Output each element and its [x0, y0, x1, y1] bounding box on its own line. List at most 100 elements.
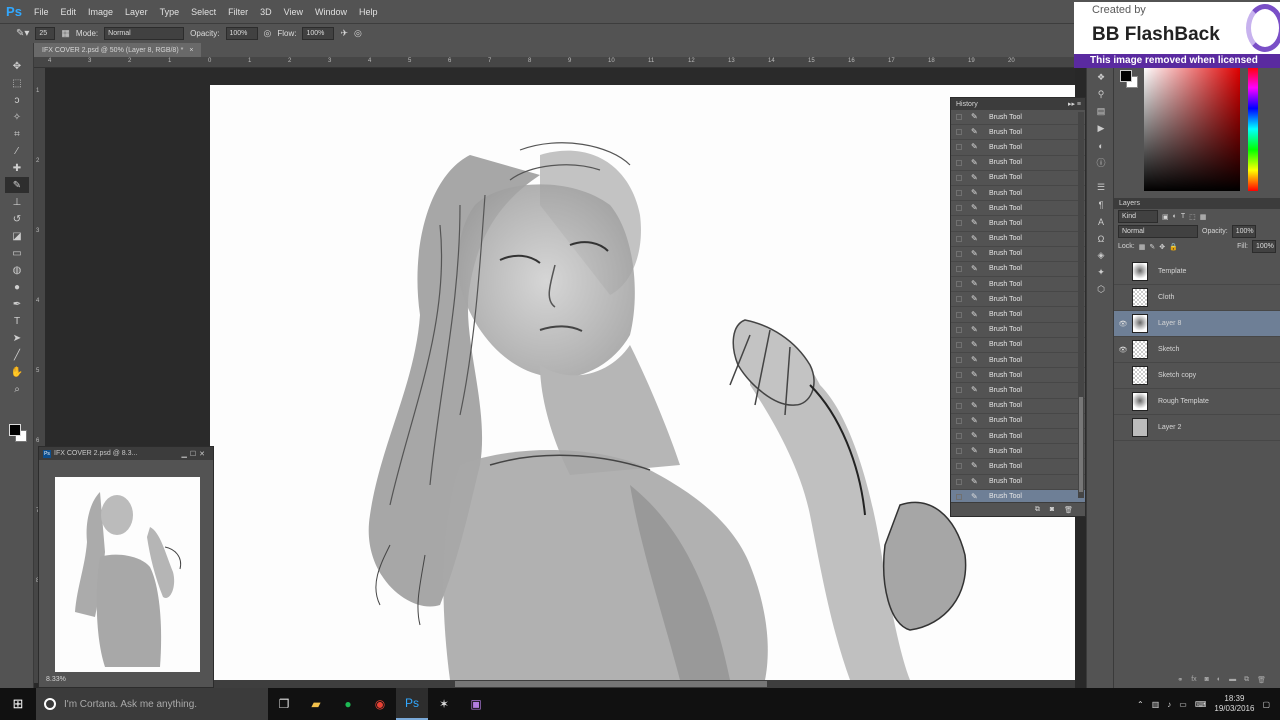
layer-filter-select[interactable]: Kind: [1118, 210, 1158, 223]
filter-adjustment-icon[interactable]: ◐: [1173, 213, 1177, 220]
paragraph-icon[interactable]: ¶: [1087, 196, 1115, 213]
history-state[interactable]: ✎ Brush Tool: [951, 156, 1085, 171]
history-state[interactable]: ✎ Brush Tool: [951, 475, 1085, 490]
history-state[interactable]: ✎ Brush Tool: [951, 247, 1085, 262]
lock-pixels-icon[interactable]: ✎: [1149, 243, 1155, 251]
brush-panel-icon[interactable]: ▦: [61, 28, 70, 39]
healing-tool-icon[interactable]: ✚: [5, 160, 29, 176]
history-source-checkbox[interactable]: [956, 478, 962, 485]
delete-state-icon[interactable]: 🗑: [1064, 506, 1073, 514]
history-source-checkbox[interactable]: [956, 417, 962, 424]
windows-start-icon[interactable]: ⊞: [0, 688, 36, 720]
visibility-eye-icon[interactable]: 👁: [1114, 320, 1132, 328]
move-tool-icon[interactable]: ✥: [5, 58, 29, 74]
character-icon[interactable]: A: [1087, 213, 1115, 230]
menu-layer[interactable]: Layer: [119, 7, 154, 17]
cortana-search[interactable]: I'm Cortana. Ask me anything.: [36, 688, 268, 720]
menu-window[interactable]: Window: [309, 7, 353, 17]
history-state[interactable]: ✎ Brush Tool: [951, 459, 1085, 475]
panel-menu-icon[interactable]: ▸▸ ≡: [1068, 100, 1081, 108]
eraser-tool-icon[interactable]: ◪: [5, 228, 29, 244]
brush-presets-icon[interactable]: ❖: [1087, 69, 1115, 86]
network-icon[interactable]: ▥: [1152, 700, 1160, 709]
history-source-checkbox[interactable]: [956, 235, 962, 242]
history-state[interactable]: ✎ Brush Tool: [951, 292, 1085, 308]
pressure-opacity-icon[interactable]: ◎: [264, 28, 272, 39]
history-source-checkbox[interactable]: [956, 205, 962, 212]
volume-icon[interactable]: ♪: [1167, 700, 1171, 709]
history-source-checkbox[interactable]: [956, 372, 962, 379]
history-source-checkbox[interactable]: [956, 387, 962, 394]
filter-smart-icon[interactable]: ▦: [1200, 213, 1207, 221]
menu-file[interactable]: File: [28, 7, 55, 17]
brush-tool-icon[interactable]: ✎: [5, 177, 29, 193]
history-brush-tool-icon[interactable]: ↺: [5, 211, 29, 227]
layer-opacity-input[interactable]: 100%: [1231, 225, 1256, 238]
line-tool-icon[interactable]: ╱: [5, 347, 29, 363]
tray-expand-icon[interactable]: ⌃: [1137, 700, 1144, 709]
actions-icon[interactable]: ▶: [1087, 120, 1115, 137]
path-select-tool-icon[interactable]: ➤: [5, 330, 29, 346]
type-tool-icon[interactable]: T: [5, 313, 29, 329]
history-state[interactable]: ✎ Brush Tool: [951, 262, 1085, 278]
history-state[interactable]: ✎ Brush Tool: [951, 307, 1085, 323]
history-source-checkbox[interactable]: [956, 114, 962, 121]
menu-edit[interactable]: Edit: [55, 7, 83, 17]
3d-icon[interactable]: ⬡: [1087, 281, 1115, 298]
photoshop-taskbar-icon[interactable]: Ps: [396, 688, 428, 720]
history-state[interactable]: ✎ Brush Tool: [951, 429, 1085, 445]
power-icon[interactable]: ▭: [1179, 700, 1187, 709]
history-state[interactable]: ✎ Brush Tool: [951, 444, 1085, 460]
history-state[interactable]: ✎ Brush Tool: [951, 383, 1085, 399]
history-source-checkbox[interactable]: [956, 402, 962, 409]
snapshot-icon[interactable]: ◙: [1050, 506, 1054, 513]
paths-icon[interactable]: ✦: [1087, 264, 1115, 281]
history-state[interactable]: ✎ Brush Tool: [951, 414, 1085, 429]
airbrush-icon[interactable]: ✈: [340, 28, 348, 39]
navigator-preview[interactable]: [55, 477, 200, 672]
history-source-checkbox[interactable]: [956, 311, 962, 318]
brush-size-picker[interactable]: 25: [35, 27, 56, 40]
lock-position-icon[interactable]: ✥: [1159, 243, 1165, 251]
history-source-checkbox[interactable]: [956, 220, 962, 227]
navigator-zoom[interactable]: 8.33%: [46, 676, 66, 683]
link-layers-icon[interactable]: ⚭: [1177, 676, 1183, 688]
foreground-color-swatch[interactable]: [9, 424, 21, 436]
quick-select-tool-icon[interactable]: ✧: [5, 109, 29, 125]
layer-row[interactable]: Layer 2: [1114, 415, 1280, 441]
task-view-icon[interactable]: ❐: [268, 688, 300, 720]
adjustments-icon[interactable]: ◐: [1087, 137, 1115, 154]
dodge-tool-icon[interactable]: ●: [5, 279, 29, 295]
delete-layer-icon[interactable]: 🗑: [1257, 676, 1266, 688]
color-panel-foreground-swatch[interactable]: [1120, 70, 1132, 82]
history-state[interactable]: ✎ Brush Tool: [951, 368, 1085, 384]
visibility-eye-icon[interactable]: 👁: [1114, 346, 1132, 354]
history-state[interactable]: ✎ Brush Tool: [951, 201, 1085, 217]
mode-select[interactable]: Normal: [104, 27, 185, 40]
layer-row[interactable]: Rough Template: [1114, 389, 1280, 415]
file-explorer-icon[interactable]: ▰: [300, 688, 332, 720]
hand-tool-icon[interactable]: ✋: [5, 364, 29, 380]
layer-style-icon[interactable]: fx: [1191, 676, 1196, 688]
history-source-checkbox[interactable]: [956, 493, 962, 500]
channels-icon[interactable]: ◈: [1087, 247, 1115, 264]
spotify-icon[interactable]: ●: [332, 688, 364, 720]
history-state[interactable]: ✎ Brush Tool: [951, 338, 1085, 353]
history-source-checkbox[interactable]: [956, 250, 962, 257]
history-state[interactable]: ✎ Brush Tool: [951, 323, 1085, 338]
new-document-from-state-icon[interactable]: ⧉: [1035, 506, 1040, 514]
gradient-tool-icon[interactable]: ▭: [5, 245, 29, 261]
glyphs-icon[interactable]: Ω: [1087, 230, 1115, 247]
history-state[interactable]: ✎ Brush Tool: [951, 399, 1085, 414]
history-source-checkbox[interactable]: [956, 281, 962, 288]
opacity-input[interactable]: 100%: [225, 27, 258, 40]
history-source-checkbox[interactable]: [956, 326, 962, 333]
flashback-taskbar-icon[interactable]: ▣: [460, 688, 492, 720]
new-group-icon[interactable]: ▬: [1229, 676, 1236, 688]
flow-input[interactable]: 100%: [302, 27, 335, 40]
history-state[interactable]: ✎ Brush Tool: [951, 216, 1085, 232]
pressure-size-icon[interactable]: ◎: [354, 28, 362, 39]
layer-row[interactable]: 👁 Sketch: [1114, 337, 1280, 363]
close-icon[interactable]: ✕: [199, 450, 205, 458]
menu-filter[interactable]: Filter: [222, 7, 254, 17]
